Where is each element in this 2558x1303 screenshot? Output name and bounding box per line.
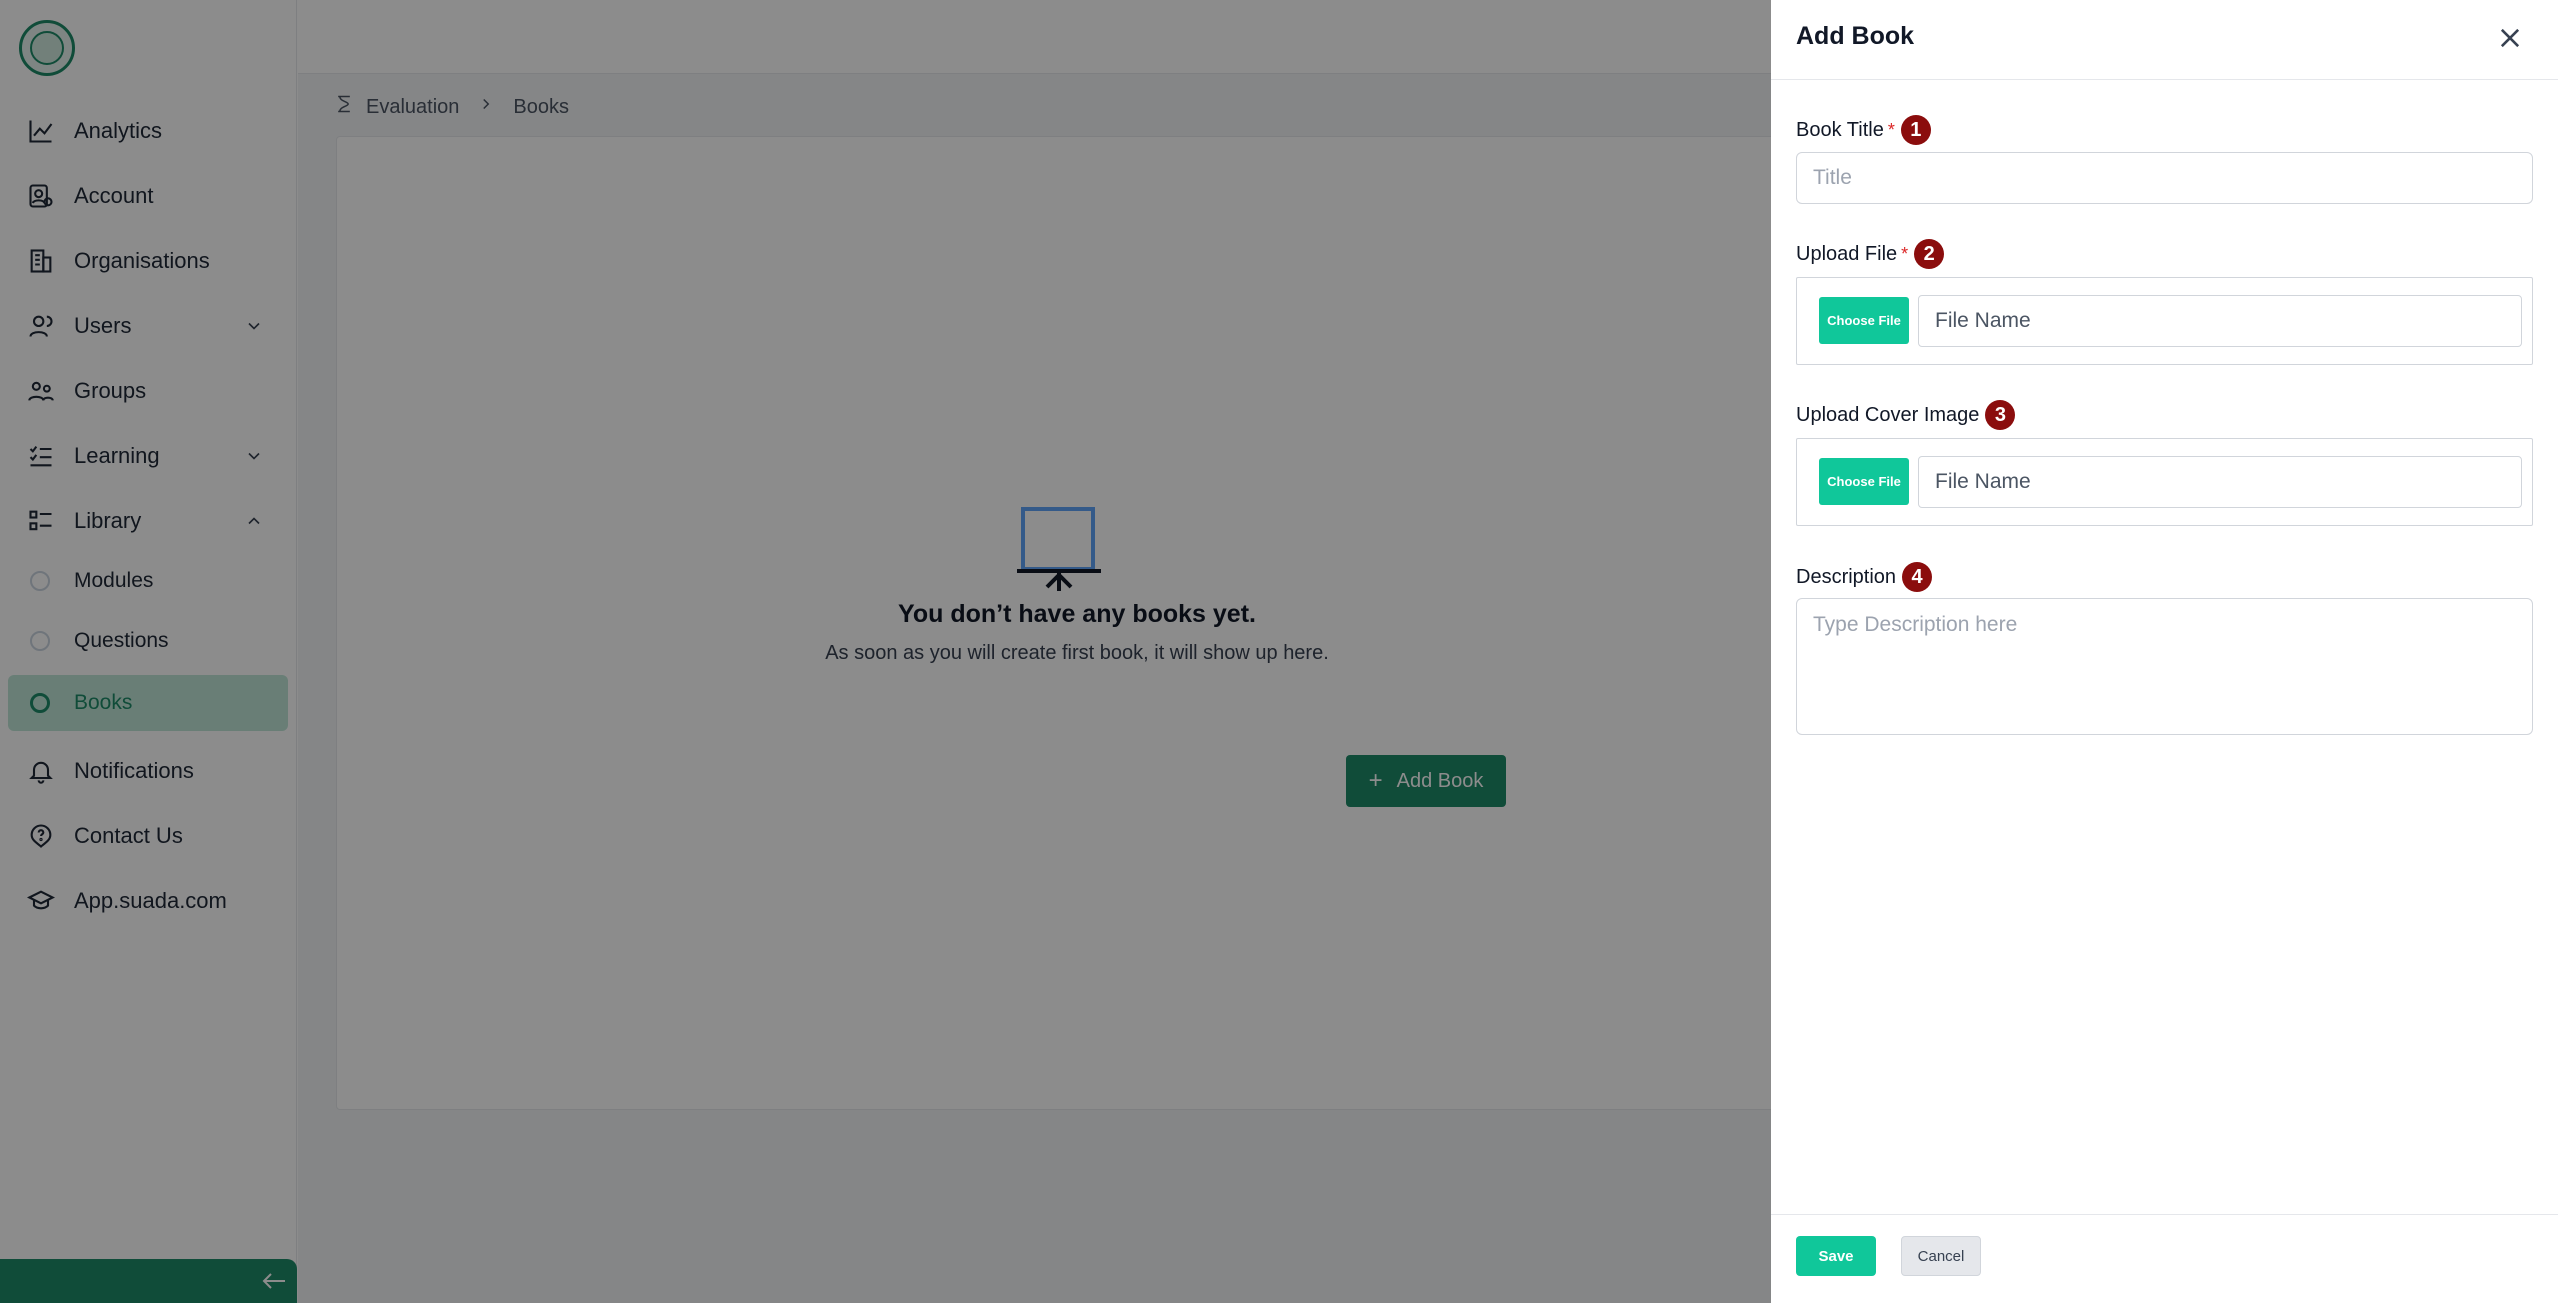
file-name-input[interactable] bbox=[1918, 295, 2522, 347]
book-title-input[interactable] bbox=[1796, 152, 2533, 204]
step-badge-2: 2 bbox=[1914, 239, 1945, 269]
step-badge-3: 3 bbox=[1985, 400, 2016, 430]
upload-cover-box: Choose File bbox=[1796, 438, 2533, 526]
choose-cover-button[interactable]: Choose File bbox=[1819, 458, 1909, 505]
drawer-title: Add Book bbox=[1796, 22, 1915, 50]
description-textarea[interactable] bbox=[1796, 598, 2533, 735]
drawer-header: Add Book bbox=[1771, 0, 2558, 80]
cover-file-name-input[interactable] bbox=[1918, 456, 2522, 508]
save-button[interactable]: Save bbox=[1796, 1236, 1876, 1276]
upload-file-label: Upload File * 2 bbox=[1796, 239, 1945, 269]
drawer-footer: Save Cancel bbox=[1771, 1214, 2558, 1303]
book-title-label: Book Title * 1 bbox=[1796, 115, 1931, 145]
cancel-button[interactable]: Cancel bbox=[1901, 1236, 1981, 1276]
required-marker: * bbox=[1887, 119, 1895, 140]
description-label: Description 4 bbox=[1796, 562, 1933, 592]
modal-overlay[interactable] bbox=[0, 0, 1771, 1303]
step-badge-1: 1 bbox=[1900, 115, 1931, 145]
step-badge-4: 4 bbox=[1902, 562, 1933, 592]
close-icon[interactable] bbox=[2496, 24, 2524, 52]
add-book-drawer: Add Book Book Title * 1 Upload File * 2 … bbox=[1771, 0, 2558, 1303]
choose-file-button[interactable]: Choose File bbox=[1819, 297, 1909, 344]
upload-cover-label: Upload Cover Image 3 bbox=[1796, 400, 2016, 430]
upload-file-box: Choose File bbox=[1796, 277, 2533, 365]
required-marker: * bbox=[1901, 243, 1909, 264]
